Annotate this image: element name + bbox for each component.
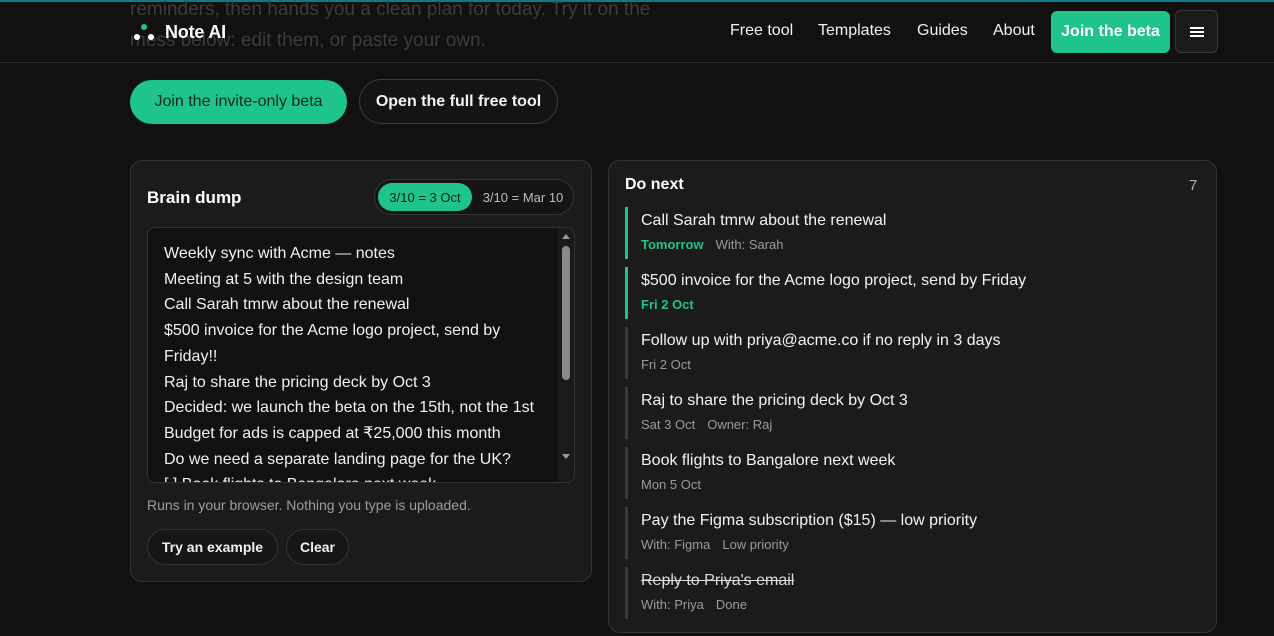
site-header: Note AI Free tool Templates Guides About…	[0, 0, 1274, 63]
try-example-button[interactable]: Try an example	[147, 529, 278, 565]
brain-dump-line: Weekly sync with Acme — notes	[164, 245, 395, 262]
task-item[interactable]: Call Sarah tmrw about the renewal Tomorro…	[625, 207, 1205, 259]
menu-button[interactable]	[1175, 10, 1218, 53]
task-meta: Tomorrow With: Sarah	[641, 237, 784, 252]
nav-templates[interactable]: Templates	[818, 22, 891, 40]
nav-guides[interactable]: Guides	[917, 22, 968, 40]
join-beta-button[interactable]: Join the beta	[1051, 11, 1170, 53]
task-due-date: Fri 2 Oct	[641, 297, 694, 312]
task-item[interactable]: Pay the Figma subscription ($15) — low p…	[625, 507, 1205, 559]
task-tag: Done	[715, 597, 747, 612]
task-due-date: Sat 3 Oct	[641, 417, 696, 432]
brain-dump-line: [ ] Book flights to Bangalore next week	[164, 472, 554, 482]
do-next-title: Do next	[625, 176, 684, 193]
task-item[interactable]: Reply to Priya's email With: Priya Done	[625, 567, 1205, 619]
join-invite-beta-button[interactable]: Join the invite-only beta	[130, 80, 347, 124]
brain-dump-line: Raj to share the pricing deck by Oct 3	[164, 373, 431, 391]
task-due-date: Mon 5 Oct	[641, 477, 701, 492]
task-meta: Fri 2 Oct	[641, 297, 694, 312]
task-meta: Sat 3 Oct Owner: Raj	[641, 417, 772, 432]
task-title: Call Sarah tmrw about the renewal	[641, 212, 887, 229]
date-format-option-month-first[interactable]: 3/10 = Mar 10	[475, 183, 571, 211]
hamburger-icon	[1189, 26, 1204, 37]
task-tag: With: Sarah	[715, 237, 784, 252]
nav-about[interactable]: About	[993, 22, 1035, 40]
task-tag: Owner: Raj	[707, 417, 773, 432]
brain-dump-line: Decided: we launch the beta on the 15th,…	[164, 399, 535, 417]
brain-dump-panel: Brain dump 3/10 = 3 Oct 3/10 = Mar 10 We…	[130, 160, 592, 582]
date-format-option-day-first[interactable]: 3/10 = 3 Oct	[378, 183, 472, 211]
task-due-date: Tomorrow	[641, 237, 704, 252]
task-tag: With: Figma	[641, 537, 711, 552]
task-title: Follow up with priya@acme.co if no reply…	[641, 332, 1001, 349]
date-format-toggle: 3/10 = 3 Oct 3/10 = Mar 10	[374, 179, 574, 215]
brand-name: Note AI	[165, 21, 226, 42]
scroll-thumb[interactable]	[562, 246, 570, 380]
privacy-note: Runs in your browser. Nothing you type i…	[147, 497, 471, 513]
task-tag: Low priority	[722, 537, 789, 552]
task-meta: Fri 2 Oct	[641, 357, 691, 372]
task-item[interactable]: Raj to share the pricing deck by Oct 3 Sa…	[625, 387, 1205, 439]
logo-icon	[134, 23, 156, 41]
task-item[interactable]: $500 invoice for the Acme logo project, …	[625, 267, 1205, 319]
task-meta: Mon 5 Oct	[641, 477, 701, 492]
clear-button[interactable]: Clear	[286, 529, 349, 565]
brain-dump-text[interactable]: Weekly sync with Acme — notes Meeting at …	[164, 241, 554, 482]
nav-free-tool[interactable]: Free tool	[730, 22, 793, 40]
scroll-down-arrow-icon[interactable]	[562, 454, 570, 459]
task-title: Reply to Priya's email	[641, 572, 795, 589]
brain-dump-line: $500 invoice for the Acme logo project, …	[164, 322, 501, 340]
brain-dump-line: Friday!!	[164, 347, 218, 365]
brain-dump-line: Call Sarah tmrw about the renewal	[164, 296, 410, 314]
brain-dump-title: Brain dump	[147, 188, 242, 207]
open-free-tool-button[interactable]: Open the full free tool	[359, 79, 558, 124]
task-tag: With: Priya	[641, 597, 704, 612]
textarea-scrollbar[interactable]	[558, 228, 574, 482]
task-title: Pay the Figma subscription ($15) — low p…	[641, 512, 978, 529]
brand-logo[interactable]: Note AI	[134, 20, 226, 44]
task-count-badge: 7	[1189, 177, 1198, 194]
task-title: Book flights to Bangalore next week	[641, 452, 896, 469]
task-due-date: Fri 2 Oct	[641, 357, 691, 372]
brain-dump-line: Meeting at 5 with the design team	[164, 270, 404, 288]
brain-dump-textarea[interactable]: Weekly sync with Acme — notes Meeting at …	[147, 227, 575, 483]
task-meta: With: Priya Done	[641, 597, 747, 612]
brain-dump-line: Do we need a separate landing page for t…	[164, 450, 511, 468]
task-item[interactable]: Book flights to Bangalore next week Mon 5…	[625, 447, 1205, 499]
task-title: $500 invoice for the Acme logo project, …	[641, 272, 1027, 289]
do-next-panel: Do next 7 Call Sarah tmrw about the rene…	[608, 160, 1217, 633]
task-title: Raj to share the pricing deck by Oct 3	[641, 392, 908, 409]
brain-dump-line: Budget for ads is capped at ₹25,000 this…	[164, 424, 501, 442]
scroll-up-arrow-icon[interactable]	[562, 234, 570, 239]
task-item[interactable]: Follow up with priya@acme.co if no reply…	[625, 327, 1205, 379]
task-meta: With: Figma Low priority	[641, 537, 789, 552]
